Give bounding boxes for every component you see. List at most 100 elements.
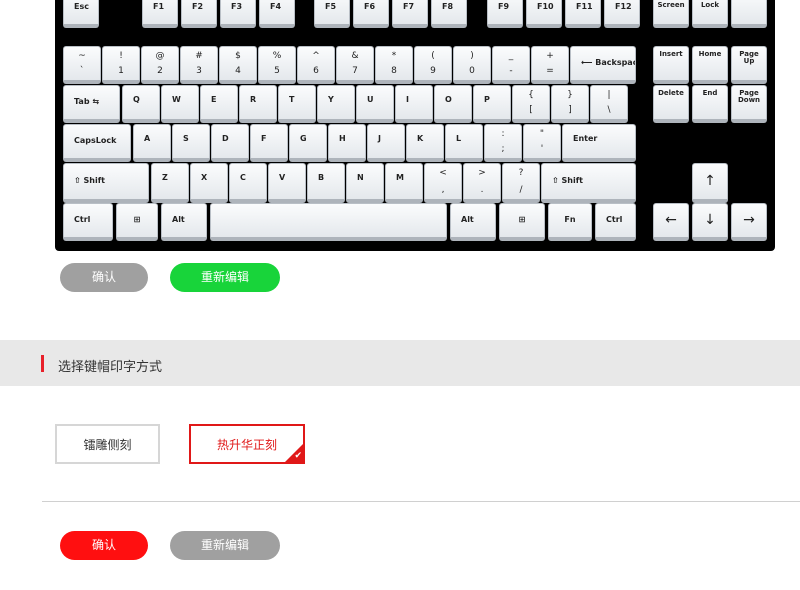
key-label: Alt	[461, 214, 474, 224]
key-w[interactable]: W	[161, 85, 199, 123]
key-arrow-right[interactable]: →	[731, 203, 767, 241]
key-alt-right[interactable]: Alt	[450, 203, 496, 241]
key-label: F6	[364, 1, 376, 11]
key-backspace[interactable]: ⟵ Backspace	[570, 46, 636, 84]
key-zsym-1[interactable]: >.	[463, 163, 501, 203]
key-asym-1[interactable]: " '	[523, 124, 561, 162]
confirm-button[interactable]: 确认	[60, 531, 148, 560]
key-qsym-1[interactable]: }]	[551, 85, 589, 123]
key-num-8[interactable]: * 8	[375, 46, 413, 84]
key-f1[interactable]: F1	[142, 0, 178, 28]
key-capslock[interactable]: CapsLock	[63, 124, 131, 162]
key-tab[interactable]: Tab ⇆	[63, 85, 120, 123]
key-j[interactable]: J	[367, 124, 405, 162]
key-r[interactable]: R	[239, 85, 277, 123]
key-nav-0[interactable]: Insert	[653, 46, 689, 84]
key-q[interactable]: Q	[122, 85, 160, 123]
key-num-10[interactable]: ) 0	[453, 46, 491, 84]
key-x[interactable]: X	[190, 163, 228, 203]
key-alt-left[interactable]: Alt	[161, 203, 207, 241]
key-num-11[interactable]: _ -	[492, 46, 530, 84]
key-ctrl-right[interactable]: Ctrl	[595, 203, 636, 241]
key-u[interactable]: U	[356, 85, 394, 123]
key-f3[interactable]: F3	[220, 0, 256, 28]
option-dye-sublimation-top[interactable]: 热升华正刻 ✔	[189, 424, 305, 464]
key-f2[interactable]: F2	[181, 0, 217, 28]
key-num-5[interactable]: % 5	[258, 46, 296, 84]
key-f12[interactable]: F12	[604, 0, 640, 28]
key-shift-left[interactable]: ⇧ Shift	[63, 163, 149, 203]
key-num-2[interactable]: @2	[141, 46, 179, 84]
key-num-0[interactable]: ~ `	[63, 46, 101, 84]
key-label: ⟵ Backspace	[581, 57, 635, 67]
key-f11[interactable]: F11	[565, 0, 601, 28]
key-label: Page Up	[739, 50, 759, 65]
key-num-9[interactable]: (9	[414, 46, 452, 84]
key-num-6[interactable]: ^ 6	[297, 46, 335, 84]
key-i[interactable]: I	[395, 85, 433, 123]
key-label: G	[300, 134, 307, 143]
arrow-right-icon: →	[743, 211, 755, 228]
key-nav-top-0[interactable]: Print Screen	[653, 0, 689, 28]
key-asym-0[interactable]: :;	[484, 124, 522, 162]
key-k[interactable]: K	[406, 124, 444, 162]
key-f5[interactable]: F5	[314, 0, 350, 28]
key-fn[interactable]: Fn	[548, 203, 592, 241]
confirm-button-top[interactable]: 确认	[60, 263, 148, 292]
key-nav-top-2[interactable]: Pause	[731, 0, 767, 28]
key-num-4[interactable]: $4	[219, 46, 257, 84]
key-zsym-0[interactable]: <,	[424, 163, 462, 203]
key-y[interactable]: Y	[317, 85, 355, 123]
reedit-button-top[interactable]: 重新编辑	[170, 263, 280, 292]
key-win-right[interactable]: ⊞	[499, 203, 545, 241]
key-g[interactable]: G	[289, 124, 327, 162]
key-f8[interactable]: F8	[431, 0, 467, 28]
key-num-12[interactable]: + =	[531, 46, 569, 84]
key-n[interactable]: N	[346, 163, 384, 203]
key-win-left[interactable]: ⊞	[116, 203, 158, 241]
option-laser-side-engraving[interactable]: 镭雕侧刻	[55, 424, 160, 464]
key-arrow-down[interactable]: ↓	[692, 203, 728, 241]
key-esc[interactable]: Esc	[63, 0, 99, 28]
key-c[interactable]: C	[229, 163, 267, 203]
key-ctrl-left[interactable]: Ctrl	[63, 203, 113, 241]
key-num-7[interactable]: & 7	[336, 46, 374, 84]
key-o[interactable]: O	[434, 85, 472, 123]
key-a[interactable]: A	[133, 124, 171, 162]
key-f4[interactable]: F4	[259, 0, 295, 28]
key-arrow-up[interactable]: ↑	[692, 163, 728, 203]
key-f[interactable]: F	[250, 124, 288, 162]
key-nav-3[interactable]: Delete	[653, 85, 689, 123]
key-z[interactable]: Z	[151, 163, 189, 203]
key-e[interactable]: E	[200, 85, 238, 123]
key-enter[interactable]: Enter	[562, 124, 636, 162]
key-f9[interactable]: F9	[487, 0, 523, 28]
key-label: K	[417, 134, 424, 143]
key-l[interactable]: L	[445, 124, 483, 162]
key-v[interactable]: V	[268, 163, 306, 203]
key-nav-5[interactable]: Page Down	[731, 85, 767, 123]
key-zsym-2[interactable]: ? /	[502, 163, 540, 203]
key-num-1[interactable]: ! 1	[102, 46, 140, 84]
key-b[interactable]: B	[307, 163, 345, 203]
key-p[interactable]: P	[473, 85, 511, 123]
key-nav-top-1[interactable]: Scroll Lock	[692, 0, 728, 28]
key-shift-right[interactable]: ⇧ Shift	[541, 163, 636, 203]
key-qsym-2[interactable]: | \	[590, 85, 628, 123]
key-arrow-left[interactable]: ←	[653, 203, 689, 241]
key-f6[interactable]: F6	[353, 0, 389, 28]
key-h[interactable]: H	[328, 124, 366, 162]
key-s[interactable]: S	[172, 124, 210, 162]
key-nav-2[interactable]: Page Up	[731, 46, 767, 84]
key-nav-4[interactable]: End	[692, 85, 728, 123]
key-f10[interactable]: F10	[526, 0, 562, 28]
key-space[interactable]	[210, 203, 447, 241]
key-d[interactable]: D	[211, 124, 249, 162]
key-nav-1[interactable]: Home	[692, 46, 728, 84]
reedit-button[interactable]: 重新编辑	[170, 531, 280, 560]
key-qsym-0[interactable]: {[	[512, 85, 550, 123]
key-t[interactable]: T	[278, 85, 316, 123]
key-f7[interactable]: F7	[392, 0, 428, 28]
key-num-3[interactable]: #3	[180, 46, 218, 84]
key-m[interactable]: M	[385, 163, 423, 203]
